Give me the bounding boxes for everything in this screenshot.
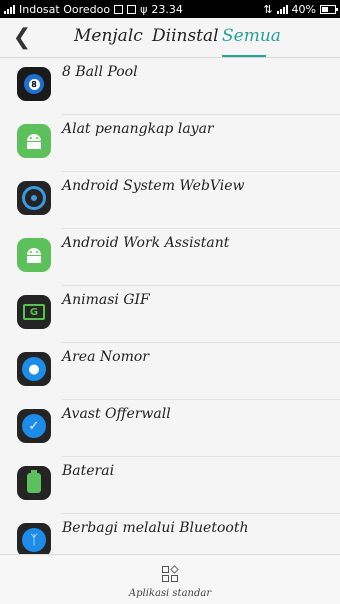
mobile-signal-icon [276, 4, 288, 14]
android-icon [17, 238, 51, 272]
app-name: Baterai [62, 463, 115, 479]
data-arrows-icon: ⇅ [263, 2, 273, 16]
app-name: Android Work Assistant [62, 235, 230, 251]
app-name: 8 Ball Pool [62, 64, 138, 80]
list-item[interactable]: ● Area Nomor [0, 343, 340, 400]
bluetooth-icon: ᛉ [17, 523, 51, 554]
tab-running[interactable]: Menjalc [74, 26, 143, 46]
webview-icon [17, 181, 51, 215]
carrier-name: Indosat Ooredoo [19, 2, 111, 16]
list-item[interactable]: ᛉ Berbagi melalui Bluetooth [0, 514, 340, 554]
tab-installed[interactable]: Diinstal [152, 26, 219, 46]
default-apps-label: Aplikasi standar [128, 588, 212, 599]
app-name: Android System WebView [62, 178, 245, 194]
notification-icon [127, 4, 137, 14]
active-tab-indicator [222, 55, 266, 57]
app-list: 8 8 Ball Pool Alat penangkap layar Andro… [0, 58, 340, 554]
app-name: Area Nomor [62, 349, 149, 365]
8-ball-pool-icon: 8 [17, 67, 51, 101]
app-name: Berbagi melalui Bluetooth [62, 520, 249, 536]
list-item[interactable]: Alat penangkap layar [0, 115, 340, 172]
list-item[interactable]: Baterai [0, 457, 340, 514]
location-icon: ● [17, 352, 51, 386]
default-apps-button[interactable]: Aplikasi standar [0, 554, 340, 604]
battery-icon [320, 4, 338, 14]
battery-icon [17, 466, 51, 500]
shield-icon: ✓ [17, 409, 51, 443]
default-apps-icon [162, 565, 179, 582]
android-icon [17, 124, 51, 158]
app-name: Alat penangkap layar [62, 121, 214, 137]
app-name: Avast Offerwall [62, 406, 171, 422]
signal-icon [4, 4, 15, 14]
gif-icon: G [17, 295, 51, 329]
list-item[interactable]: Android Work Assistant [0, 229, 340, 286]
clock: 23.34 [151, 2, 183, 16]
back-arrow-icon[interactable]: ❮ [8, 22, 36, 52]
status-bar: Indosat Ooredoo ψ 23.34 ⇅ 40% [0, 0, 340, 18]
battery-percent: 40% [291, 2, 316, 16]
notification-icon [114, 4, 124, 14]
list-item[interactable]: ✓ Avast Offerwall [0, 400, 340, 457]
app-header: ❮ Menjalc Diinstal Semua [0, 18, 340, 58]
list-item[interactable]: Android System WebView [0, 172, 340, 229]
list-item[interactable]: 8 8 Ball Pool [0, 58, 340, 115]
list-item[interactable]: G Animasi GIF [0, 286, 340, 343]
app-name: Animasi GIF [62, 292, 150, 308]
usb-icon: ψ [140, 2, 148, 16]
tab-all[interactable]: Semua [222, 26, 281, 46]
